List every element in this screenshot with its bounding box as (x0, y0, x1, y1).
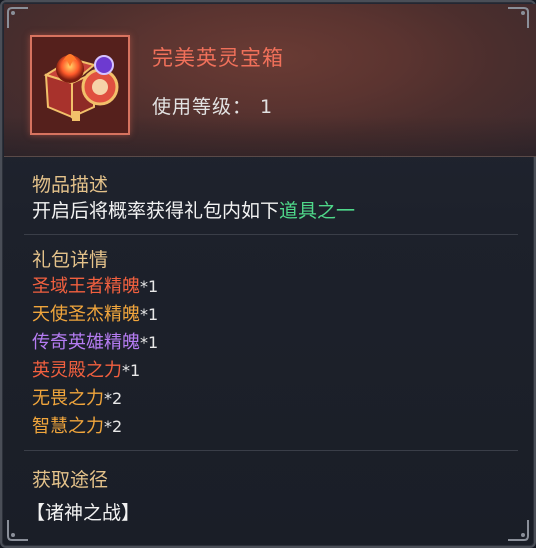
gift-item-qty: *1 (140, 305, 159, 324)
gift-item-name: 传奇英雄精魄 (32, 332, 140, 353)
gift-item-name: 智慧之力 (32, 416, 104, 437)
gift-item: 无畏之力*2 (32, 384, 122, 410)
corner-ornament-icon (7, 7, 28, 28)
description-highlight: 道具之一 (279, 200, 356, 222)
divider (24, 234, 518, 235)
gift-item-name: 圣域王者精魄 (32, 276, 140, 297)
gift-item-name: 天使圣杰精魄 (32, 304, 140, 325)
corner-ornament-icon (508, 520, 529, 541)
gift-details-title: 礼包详情 (32, 249, 109, 271)
gift-item-name: 英灵殿之力 (32, 360, 122, 381)
gift-item: 传奇英雄精魄*1 (32, 328, 158, 354)
item-icon-frame[interactable] (30, 35, 130, 135)
required-level-label: 使用等级： (152, 96, 253, 118)
item-tooltip-panel: 完美英灵宝箱 使用等级： 1 物品描述 开启后将概率获得礼包内如下道具之一 礼包详… (0, 0, 536, 548)
description-text-prefix: 开启后将概率获得礼包内如下 (32, 200, 280, 222)
gift-item: 圣域王者精魄*1 (32, 272, 158, 298)
treasure-chest-icon (32, 37, 128, 133)
item-name: 完美英灵宝箱 (152, 46, 284, 70)
required-level-value: 1 (260, 96, 274, 118)
gift-item: 天使圣杰精魄*1 (32, 300, 158, 326)
gift-item-qty: *1 (140, 277, 159, 296)
divider (24, 450, 518, 451)
gift-item-qty: *2 (104, 417, 123, 436)
required-level-row: 使用等级： 1 (152, 92, 273, 119)
gift-item-qty: *1 (140, 333, 159, 352)
source-title: 获取途径 (32, 469, 109, 491)
description-title: 物品描述 (32, 174, 109, 196)
gift-item: 智慧之力*2 (32, 412, 122, 438)
gift-item-qty: *1 (122, 361, 141, 380)
gift-item-name: 无畏之力 (32, 388, 104, 409)
corner-ornament-icon (508, 7, 529, 28)
gift-item: 英灵殿之力*1 (32, 356, 140, 382)
gift-item-qty: *2 (104, 389, 123, 408)
description-text: 开启后将概率获得礼包内如下道具之一 (32, 196, 355, 223)
source-link[interactable]: 【诸神之战】 (26, 498, 140, 525)
